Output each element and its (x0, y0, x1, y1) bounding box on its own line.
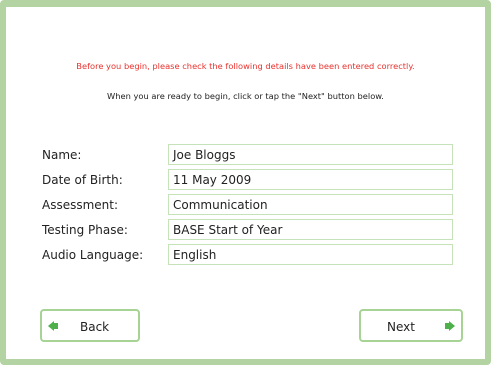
assessment-field: Communication (168, 194, 453, 215)
audio-language-label: Audio Language: (42, 248, 144, 262)
back-button-label: Back (80, 320, 110, 334)
detail-row-name: Name: Joe Bloggs (42, 144, 457, 166)
arrow-right-icon (445, 321, 455, 331)
detail-row-dob: Date of Birth: 11 May 2009 (42, 169, 457, 191)
name-field: Joe Bloggs (168, 144, 453, 165)
testing-phase-label: Testing Phase: (42, 223, 128, 237)
detail-row-audio-language: Audio Language: English (42, 244, 457, 266)
detail-row-testing-phase: Testing Phase: BASE Start of Year (42, 219, 457, 241)
notice-text: Before you begin, please check the follo… (76, 61, 415, 71)
back-button[interactable]: Back (40, 309, 140, 342)
assessment-label: Assessment: (42, 198, 119, 212)
dialog-frame: Before you begin, please check the follo… (0, 0, 491, 365)
next-button-label: Next (387, 320, 415, 334)
dob-field: 11 May 2009 (168, 169, 453, 190)
audio-language-field: English (168, 244, 453, 265)
testing-phase-field: BASE Start of Year (168, 219, 453, 240)
arrow-left-icon (48, 321, 58, 331)
detail-row-assessment: Assessment: Communication (42, 194, 457, 216)
dob-label: Date of Birth: (42, 173, 123, 187)
next-button[interactable]: Next (359, 309, 463, 342)
name-label: Name: (42, 148, 82, 162)
instruction-text: When you are ready to begin, click or ta… (107, 91, 384, 101)
